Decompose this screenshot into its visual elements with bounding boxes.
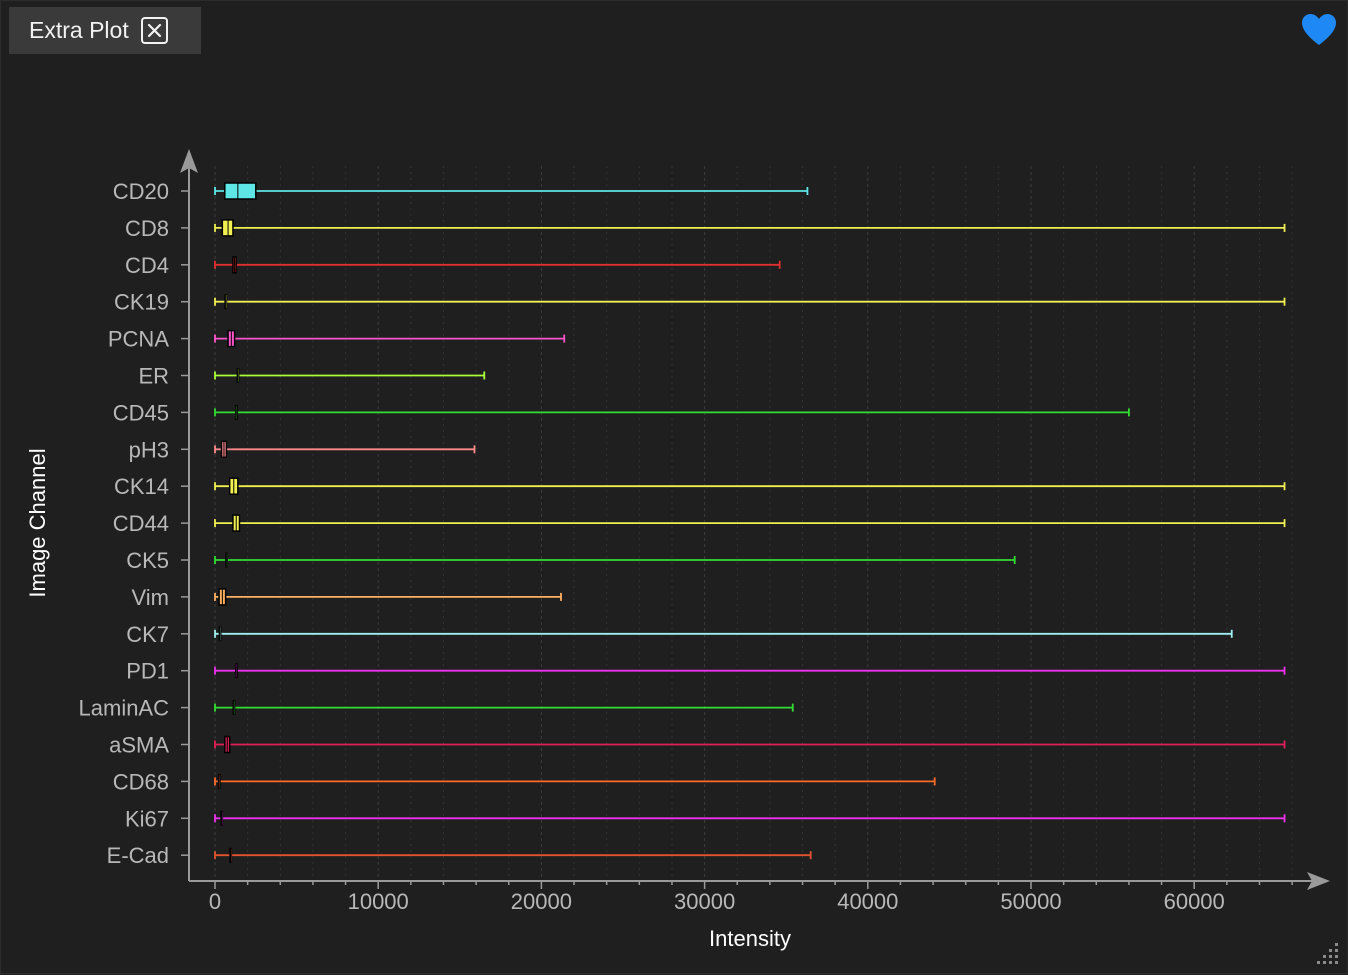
y-tick-label: ER bbox=[138, 364, 169, 389]
y-tick-label: CK19 bbox=[114, 290, 169, 315]
y-tick-label: Vim bbox=[132, 585, 170, 610]
box-series-pd1 bbox=[214, 663, 1286, 679]
x-tick-label: 10000 bbox=[348, 889, 409, 914]
box-series-ki67 bbox=[214, 810, 1286, 826]
box-series-pcna bbox=[214, 329, 566, 348]
x-axis-title: Intensity bbox=[709, 926, 791, 951]
y-tick-label: LaminAC bbox=[79, 696, 170, 721]
x-tick-label: 60000 bbox=[1164, 889, 1225, 914]
box-series-laminac bbox=[214, 700, 794, 715]
x-tick-label: 20000 bbox=[511, 889, 572, 914]
box-series-cd8 bbox=[214, 219, 1286, 237]
y-tick-label: PCNA bbox=[108, 327, 169, 352]
box-series-e-cad bbox=[214, 847, 812, 863]
y-tick-label: CK14 bbox=[114, 474, 169, 499]
extra-plot-window: Extra Plot 0 10000 20000 30000 40000 50000 600… bbox=[0, 0, 1348, 974]
box-series-ck7 bbox=[214, 626, 1233, 642]
box-series-ck19 bbox=[214, 294, 1286, 310]
tick-labels: 0 10000 20000 30000 40000 50000 60000 Intensity… bbox=[25, 179, 1225, 951]
y-tick-label: CD8 bbox=[125, 216, 169, 241]
box-series-vim bbox=[214, 588, 562, 606]
x-tick-label: 40000 bbox=[837, 889, 898, 914]
x-tick-label: 50000 bbox=[1000, 889, 1061, 914]
y-tick-label: CK7 bbox=[126, 622, 169, 647]
resize-grip-icon[interactable] bbox=[1311, 937, 1341, 967]
axes bbox=[180, 149, 1330, 890]
iqr-box bbox=[224, 182, 257, 200]
box-series-ck14 bbox=[214, 477, 1286, 495]
y-tick-label: PD1 bbox=[126, 659, 169, 684]
x-tick-label: 0 bbox=[209, 889, 221, 914]
y-tick-label: CD44 bbox=[113, 511, 169, 536]
y-tick-label: CD45 bbox=[113, 400, 169, 425]
box-series-cd44 bbox=[214, 514, 1286, 532]
y-tick-label: E-Cad bbox=[107, 843, 169, 868]
y-tick-label: Ki67 bbox=[125, 806, 169, 831]
y-axis-title: Image Channel bbox=[25, 448, 50, 597]
box-series-cd68 bbox=[214, 774, 936, 789]
box-series-asma bbox=[214, 735, 1286, 754]
box-series-ck5 bbox=[214, 552, 1016, 568]
x-tick-label: 30000 bbox=[674, 889, 735, 914]
box-plot-chart: 0 10000 20000 30000 40000 50000 60000 Intensity… bbox=[25, 149, 1330, 951]
y-tick-label: CD4 bbox=[125, 253, 169, 278]
y-tick-label: CK5 bbox=[126, 548, 169, 573]
y-tick-label: pH3 bbox=[129, 437, 169, 462]
box-series-cd4 bbox=[214, 256, 781, 274]
box-series-ph3 bbox=[214, 440, 476, 459]
box-series-cd20 bbox=[214, 182, 809, 200]
series-layer bbox=[214, 182, 1286, 863]
y-tick-label: aSMA bbox=[109, 733, 169, 758]
y-tick-label: CD68 bbox=[113, 769, 169, 794]
y-tick-label: CD20 bbox=[113, 179, 169, 204]
